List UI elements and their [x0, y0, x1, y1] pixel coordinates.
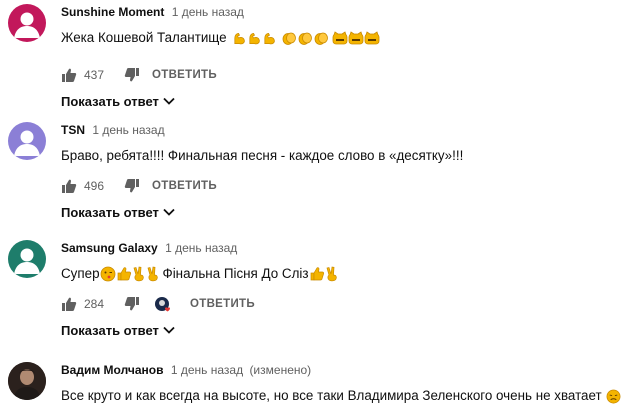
reply-button[interactable]: ОТВЕТИТЬ — [190, 298, 255, 310]
comment-text-content: Все круто и как всегда на высоте, но все… — [61, 388, 602, 403]
comment-actions: 437 ОТВЕТИТЬ — [61, 65, 634, 85]
dislike-button[interactable] — [124, 178, 140, 194]
show-replies-button[interactable]: Показать ответ — [61, 202, 634, 222]
comment-item: Вадим Молчанов 1 день назад (изменено) В… — [0, 362, 634, 416]
thumbs-down-icon — [124, 68, 139, 82]
comment-text-content: Браво, ребята!!!! Финальная песня - кажд… — [61, 148, 464, 163]
comment-item: Samsung Galaxy 1 день назад Супер Фіналь… — [0, 240, 634, 338]
emoji-group — [232, 30, 380, 46]
victory-hand-icon — [132, 266, 146, 282]
victory-hand-icon — [146, 266, 160, 282]
cat-face-icon — [348, 30, 364, 46]
comment-actions: 284 ОТВЕТИТЬ — [61, 294, 634, 314]
emoji-group — [309, 266, 339, 282]
like-button[interactable] — [61, 67, 77, 83]
reply-button[interactable]: ОТВЕТИТЬ — [152, 180, 217, 192]
timestamp[interactable]: 1 день назад — [171, 363, 243, 377]
dislike-button[interactable] — [124, 67, 140, 83]
thumbs-up-icon — [62, 179, 77, 193]
comment-header: TSN 1 день назад — [61, 122, 634, 138]
like-count: 437 — [84, 68, 105, 82]
edited-label: (изменено) — [249, 363, 312, 377]
thumbs-up-emoji-icon — [309, 266, 325, 282]
comment-text-content: Жека Кошевой Талантище — [61, 30, 227, 45]
dislike-button[interactable] — [124, 296, 140, 312]
timestamp[interactable]: 1 день назад — [92, 123, 164, 137]
like-button[interactable] — [61, 296, 77, 312]
comment-header: Sunshine Moment 1 день назад — [61, 4, 634, 20]
avatar[interactable] — [8, 122, 46, 160]
avatar[interactable] — [8, 240, 46, 278]
creator-avatar-heart-icon — [155, 297, 170, 312]
comment-text-content: Супер — [61, 266, 100, 281]
show-replies-label: Показать ответ — [61, 93, 159, 109]
cat-face-icon — [332, 30, 348, 46]
show-replies-label: Показать ответ — [61, 204, 159, 220]
comment-actions: 496 ОТВЕТИТЬ — [61, 176, 634, 196]
like-button[interactable] — [61, 178, 77, 194]
victory-hand-icon — [325, 266, 339, 282]
timestamp[interactable]: 1 день назад — [165, 241, 237, 255]
thumbs-up-icon — [62, 68, 77, 82]
flexed-biceps-icon — [232, 30, 247, 46]
like-count: 496 — [84, 179, 105, 193]
avatar[interactable] — [8, 4, 46, 42]
comment-header: Samsung Galaxy 1 день назад — [61, 240, 634, 256]
creator-heart-badge — [154, 296, 170, 312]
cat-face-icon — [364, 30, 380, 46]
avatar[interactable] — [8, 362, 46, 400]
author-name[interactable]: TSN — [61, 123, 85, 137]
chevron-down-icon — [163, 97, 175, 105]
comment-text: Все круто и как всегда на высоте, но все… — [61, 387, 634, 405]
disappointed-face-icon — [606, 389, 621, 404]
author-name[interactable]: Вадим Молчанов — [61, 363, 164, 377]
show-replies-label: Показать ответ — [61, 322, 159, 338]
comment-item: TSN 1 день назад Браво, ребята!!!! Финал… — [0, 122, 634, 220]
chevron-down-icon — [163, 208, 175, 216]
flexed-biceps-icon — [247, 30, 262, 46]
show-replies-button[interactable]: Показать ответ — [61, 320, 634, 340]
author-name[interactable]: Sunshine Moment — [61, 5, 164, 19]
chevron-down-icon — [163, 326, 175, 334]
flexed-biceps-icon — [262, 30, 277, 46]
timestamp[interactable]: 1 день назад — [172, 5, 244, 19]
like-count: 284 — [84, 297, 105, 311]
comment-text: Жека Кошевой Талантище — [61, 29, 634, 47]
show-replies-button[interactable]: Показать ответ — [61, 91, 634, 111]
author-name[interactable]: Samsung Galaxy — [61, 241, 158, 255]
thumbs-up-icon — [62, 297, 77, 311]
clapping-hands-icon — [281, 30, 297, 46]
user-silhouette-icon — [14, 248, 40, 274]
comment-text-continued: Фінальна Пісня До Сліз — [162, 266, 309, 281]
winking-kiss-face-icon — [100, 266, 116, 282]
thumbs-up-emoji-icon — [116, 266, 132, 282]
comment-item: Sunshine Moment 1 день назад Жека Кошево… — [0, 4, 634, 109]
comment-text: Браво, ребята!!!! Финальная песня - кажд… — [61, 147, 634, 165]
emoji-group — [100, 266, 160, 282]
user-photo-icon — [8, 362, 46, 400]
reply-button[interactable]: ОТВЕТИТЬ — [152, 69, 217, 81]
comment-header: Вадим Молчанов 1 день назад (изменено) — [61, 362, 634, 378]
thumbs-down-icon — [124, 297, 139, 311]
user-silhouette-icon — [14, 130, 40, 156]
user-silhouette-icon — [14, 12, 40, 38]
comment-text: Супер Фінальна Пісня До Сліз — [61, 265, 634, 283]
clapping-hands-icon — [297, 30, 313, 46]
clapping-hands-icon — [313, 30, 329, 46]
thumbs-down-icon — [124, 179, 139, 193]
